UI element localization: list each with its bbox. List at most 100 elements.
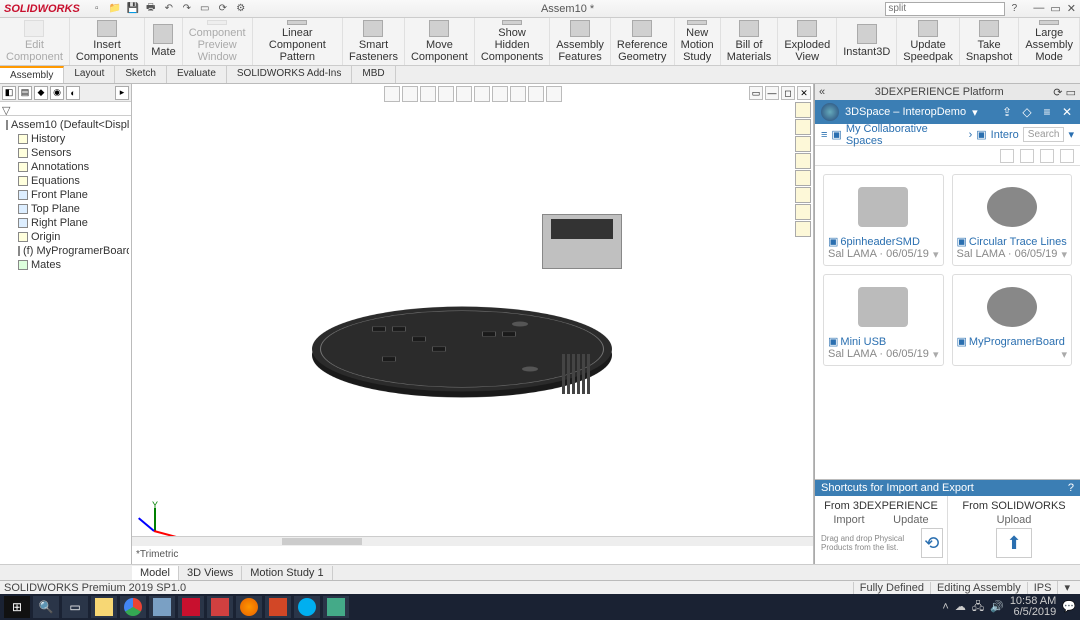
xp-menu-icon[interactable]: ≡ xyxy=(1040,105,1054,119)
chevron-down-icon[interactable]: ▾ xyxy=(1068,128,1074,141)
ribbon-instant3d[interactable]: Instant3D xyxy=(837,18,897,65)
tree-item[interactable]: Mates xyxy=(2,258,129,272)
xp-share-icon[interactable]: ⇪ xyxy=(1000,105,1014,119)
taskpane-appear-icon[interactable] xyxy=(795,170,811,186)
xp-tag-icon[interactable]: ◇ xyxy=(1020,105,1034,119)
taskview-button[interactable]: ▭ xyxy=(62,596,88,618)
xp-refresh-icon[interactable]: ⟳ xyxy=(1053,87,1062,99)
display-tab-icon[interactable]: ◉ xyxy=(50,86,64,100)
feature-tree-filter[interactable]: ▽ xyxy=(0,102,131,116)
new-icon[interactable]: ▫ xyxy=(90,2,104,16)
select-icon[interactable]: ▭ xyxy=(198,2,212,16)
display-style-icon[interactable] xyxy=(474,86,490,102)
tree-item[interactable]: Top Plane xyxy=(2,202,129,216)
tree-item[interactable]: History xyxy=(2,132,129,146)
tab-assembly[interactable]: Assembly xyxy=(0,66,64,83)
update-button[interactable]: ⟲ xyxy=(921,528,943,558)
content-card[interactable]: ▣Mini USBSal LAMA · 06/05/19▾ xyxy=(823,274,944,366)
xp-list-icon[interactable] xyxy=(1040,149,1054,163)
ribbon-smart[interactable]: SmartFasteners xyxy=(343,18,405,65)
taskbar-app3[interactable] xyxy=(323,596,349,618)
appearance-icon[interactable] xyxy=(510,86,526,102)
start-button[interactable]: ⊞ xyxy=(4,596,30,618)
xp-expand-icon[interactable]: « xyxy=(819,86,825,98)
taskbar-skype[interactable] xyxy=(294,596,320,618)
bottom-tab-model[interactable]: Model xyxy=(132,566,179,580)
taskpane-viewpal-icon[interactable] xyxy=(795,153,811,169)
tab-solidworks-add-ins[interactable]: SOLIDWORKS Add-Ins xyxy=(227,66,352,83)
xp-grid-icon[interactable] xyxy=(1020,149,1034,163)
vp-min-icon[interactable]: — xyxy=(765,86,779,100)
xp-sort-icon[interactable] xyxy=(1000,149,1014,163)
ribbon-assembly[interactable]: AssemblyFeatures xyxy=(550,18,611,65)
hamburger-icon[interactable]: ≡ xyxy=(821,129,827,141)
tab-sketch[interactable]: Sketch xyxy=(115,66,167,83)
zoom-fit-icon[interactable] xyxy=(384,86,400,102)
save-icon[interactable]: 💾 xyxy=(126,2,140,16)
ribbon-insert[interactable]: InsertComponents xyxy=(70,18,145,65)
content-card[interactable]: ▣Circular Trace LinesSal LAMA · 06/05/19… xyxy=(952,174,1073,266)
rebuild-icon[interactable]: ⟳ xyxy=(216,2,230,16)
tab-layout[interactable]: Layout xyxy=(64,66,115,83)
title-search-input[interactable] xyxy=(885,2,1005,16)
ribbon-move[interactable]: MoveComponent xyxy=(405,18,475,65)
open-icon[interactable]: 📁 xyxy=(108,2,122,16)
taskpane-fileexp-icon[interactable] xyxy=(795,136,811,152)
ribbon-reference[interactable]: ReferenceGeometry xyxy=(611,18,675,65)
ribbon-exploded[interactable]: ExplodedView xyxy=(778,18,837,65)
ribbon-bill-of[interactable]: Bill ofMaterials xyxy=(721,18,779,65)
tab-mbd[interactable]: MBD xyxy=(352,66,395,83)
ribbon-linear-component[interactable]: Linear ComponentPattern xyxy=(253,18,343,65)
close-button[interactable]: ✕ xyxy=(1067,2,1076,15)
view-orient-icon[interactable] xyxy=(456,86,472,102)
xp-space-name[interactable]: 3DSpace – InteropDemo xyxy=(845,106,966,118)
taskpane-forum-icon[interactable] xyxy=(795,204,811,220)
taskbar-chrome[interactable] xyxy=(120,596,146,618)
taskpane-3dx-icon[interactable] xyxy=(795,221,811,237)
tree-item[interactable]: Right Plane xyxy=(2,216,129,230)
scene-icon[interactable] xyxy=(528,86,544,102)
taskbar-firefox[interactable] xyxy=(236,596,262,618)
content-card[interactable]: ▣6pinheaderSMDSal LAMA · 06/05/19▾ xyxy=(823,174,944,266)
prop-tab-icon[interactable]: ◆ xyxy=(34,86,48,100)
taskpane-resources-icon[interactable] xyxy=(795,102,811,118)
taskbar-solidworks[interactable] xyxy=(178,596,204,618)
search-button[interactable]: 🔍 xyxy=(33,596,59,618)
horizontal-scrollbar[interactable] xyxy=(132,536,813,546)
options-icon[interactable]: ⚙ xyxy=(234,2,248,16)
crumb-space[interactable]: Intero xyxy=(991,129,1019,141)
upload-button[interactable]: ⬆ xyxy=(996,528,1032,558)
zoom-area-icon[interactable] xyxy=(402,86,418,102)
ribbon-large[interactable]: LargeAssemblyMode xyxy=(1019,18,1080,65)
units-label[interactable]: IPS xyxy=(1027,582,1058,594)
appearance-tab-icon[interactable]: ◐ xyxy=(66,86,80,100)
expand-icon[interactable]: ▸ xyxy=(115,86,129,100)
view-settings-icon[interactable] xyxy=(546,86,562,102)
xp-close-icon[interactable]: ✕ xyxy=(1060,105,1074,119)
bottom-tab-3d-views[interactable]: 3D Views xyxy=(179,566,242,580)
tree-item[interactable]: Sensors xyxy=(2,146,129,160)
bottom-tab-motion-study-1[interactable]: Motion Study 1 xyxy=(242,566,332,580)
tree-item[interactable]: Annotations xyxy=(2,160,129,174)
maximize-button[interactable]: ▭ xyxy=(1050,2,1060,15)
taskpane-custom-icon[interactable] xyxy=(795,187,811,203)
system-tray[interactable]: ˄ ☁ 🖧 🔊 10:58 AM 6/5/2019 💬 xyxy=(942,596,1076,618)
taskbar-explorer[interactable] xyxy=(91,596,117,618)
minimize-button[interactable]: — xyxy=(1033,2,1044,15)
vp-close-icon[interactable]: ✕ xyxy=(797,86,811,100)
taskpane-deslib-icon[interactable] xyxy=(795,119,811,135)
vp-max-icon[interactable]: ◻ xyxy=(781,86,795,100)
tree-item[interactable]: Front Plane xyxy=(2,188,129,202)
undo-icon[interactable]: ↶ xyxy=(162,2,176,16)
compass-icon[interactable] xyxy=(821,103,839,121)
taskbar-app1[interactable] xyxy=(149,596,175,618)
chevron-down-icon[interactable]: ▾ xyxy=(972,106,978,119)
hide-show-icon[interactable] xyxy=(492,86,508,102)
content-card[interactable]: ▣MyProgramerBoard▾ xyxy=(952,274,1073,366)
ribbon-mate[interactable]: Mate xyxy=(145,18,182,65)
help-icon[interactable]: ? xyxy=(1007,2,1021,16)
tree-root[interactable]: Assem10 (Default<Display State-1>) xyxy=(2,118,129,132)
taskbar-powerpoint[interactable] xyxy=(265,596,291,618)
tree-item[interactable]: Origin xyxy=(2,230,129,244)
vp-split-icon[interactable]: ▭ xyxy=(749,86,763,100)
